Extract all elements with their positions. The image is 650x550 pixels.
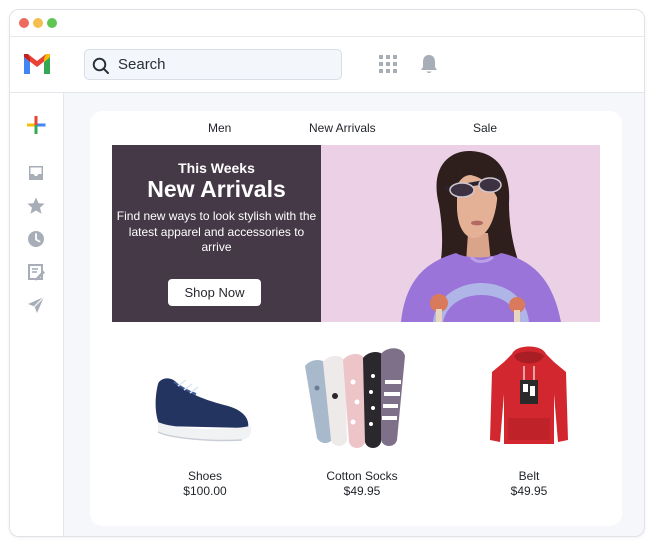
shoe-image xyxy=(155,378,252,442)
compose-plus-icon[interactable] xyxy=(26,115,46,135)
email-content-card: Men New Arrivals Sale This Weeks New Arr… xyxy=(90,111,622,526)
drafts-icon[interactable] xyxy=(26,262,46,282)
hoodie-image xyxy=(490,346,568,444)
hero-image xyxy=(321,145,600,322)
star-icon[interactable] xyxy=(26,196,46,216)
browser-window: Search Men New Arrivals Sale This Weeks … xyxy=(9,9,645,537)
product-name: Belt xyxy=(518,469,540,483)
socks-image xyxy=(305,348,405,448)
product-card-shoes[interactable]: Shoes $100.00 xyxy=(130,336,280,501)
gmail-logo-icon[interactable] xyxy=(22,53,52,75)
product-card-belt[interactable]: Belt $49.95 xyxy=(454,336,604,501)
product-price: $49.95 xyxy=(510,484,548,498)
close-window-button[interactable] xyxy=(19,18,29,28)
apps-grid-icon[interactable] xyxy=(379,55,397,73)
hero-text-panel: This Weeks New Arrivals Find new ways to… xyxy=(112,145,321,322)
nav-link-sale[interactable]: Sale xyxy=(473,121,497,135)
product-price: $100.00 xyxy=(183,484,227,498)
search-icon xyxy=(92,57,109,74)
hero-banner: This Weeks New Arrivals Find new ways to… xyxy=(112,145,600,322)
product-name: Shoes xyxy=(187,469,223,483)
minimize-window-button[interactable] xyxy=(33,18,43,28)
nav-link-new-arrivals[interactable]: New Arrivals xyxy=(309,121,376,135)
search-placeholder: Search xyxy=(118,56,166,73)
inbox-icon[interactable] xyxy=(26,163,46,183)
product-name: Cotton Socks xyxy=(326,469,398,483)
nav-link-men[interactable]: Men xyxy=(208,121,231,135)
clock-icon[interactable] xyxy=(26,229,46,249)
model-photo xyxy=(401,150,561,322)
product-card-cotton-socks[interactable]: Cotton Socks $49.95 xyxy=(287,336,437,501)
maximize-window-button[interactable] xyxy=(47,18,57,28)
hero-description: Find new ways to look stylish with the l… xyxy=(116,209,317,254)
hero-subtitle: This Weeks xyxy=(178,160,255,176)
product-price: $49.95 xyxy=(343,484,381,498)
send-icon[interactable] xyxy=(26,295,46,315)
search-bar[interactable]: Search xyxy=(84,49,342,80)
bell-icon[interactable] xyxy=(418,53,440,75)
title-bar xyxy=(10,10,644,37)
sidebar xyxy=(10,93,64,536)
app-header: Search xyxy=(10,37,644,93)
shop-now-button[interactable]: Shop Now xyxy=(168,279,261,306)
hero-title: New Arrivals xyxy=(147,176,286,202)
